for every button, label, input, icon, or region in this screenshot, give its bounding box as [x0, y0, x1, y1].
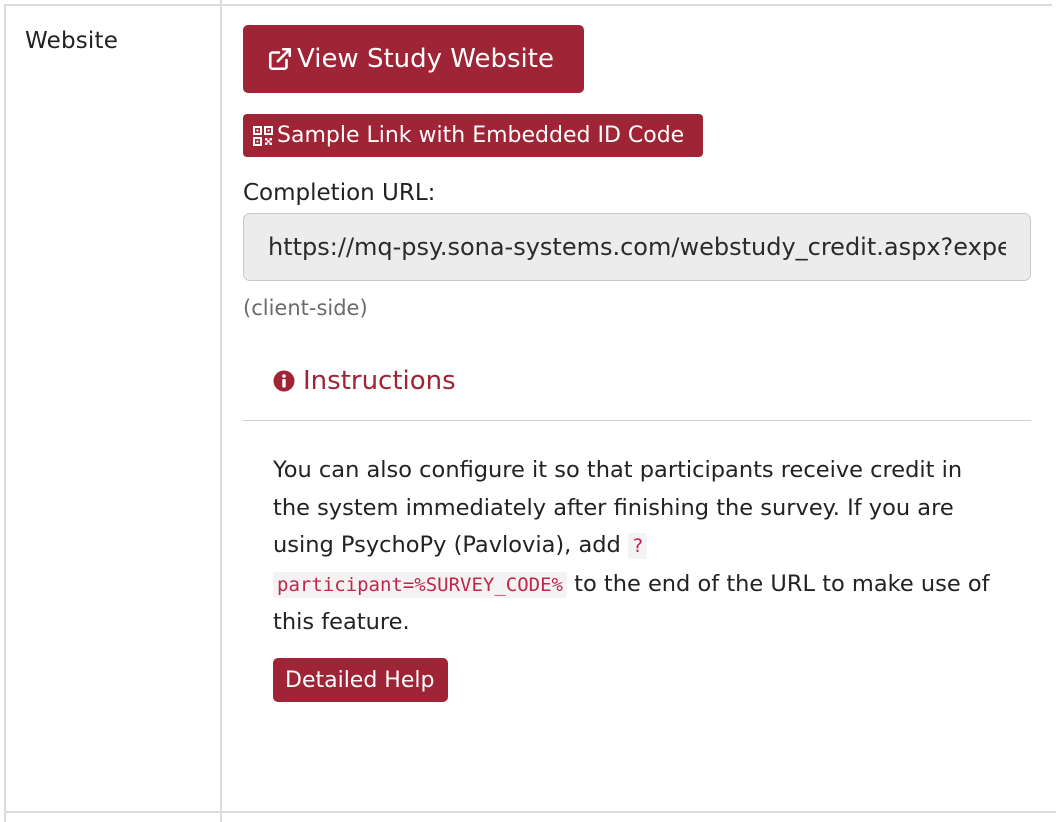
row-label-website: Website [25, 28, 119, 54]
client-side-note: (client-side) [243, 296, 368, 320]
instructions-text: You can also configure it so that partic… [273, 452, 1003, 642]
code-snippet-question-mark: ? [627, 533, 648, 559]
completion-url-label: Completion URL: [243, 180, 436, 206]
external-link-icon [267, 46, 293, 72]
instructions-divider [243, 420, 1031, 421]
view-study-website-button[interactable]: View Study Website [243, 25, 584, 93]
info-circle-icon [273, 370, 295, 392]
detailed-help-button[interactable]: Detailed Help [273, 658, 448, 702]
row-bottom-border [4, 811, 1056, 813]
column-divider [220, 0, 222, 822]
completion-url-input[interactable] [243, 213, 1031, 281]
code-snippet-participant: participant=%SURVEY_CODE% [273, 571, 567, 598]
sample-link-label: Sample Link with Embedded ID Code [277, 123, 685, 148]
view-study-website-label: View Study Website [297, 44, 554, 74]
sample-link-button[interactable]: Sample Link with Embedded ID Code [243, 114, 703, 157]
qr-code-icon [253, 125, 273, 146]
instructions-toggle[interactable]: Instructions [273, 366, 456, 396]
instructions-title: Instructions [303, 366, 456, 396]
instructions-text-before: You can also configure it so that partic… [273, 457, 963, 558]
